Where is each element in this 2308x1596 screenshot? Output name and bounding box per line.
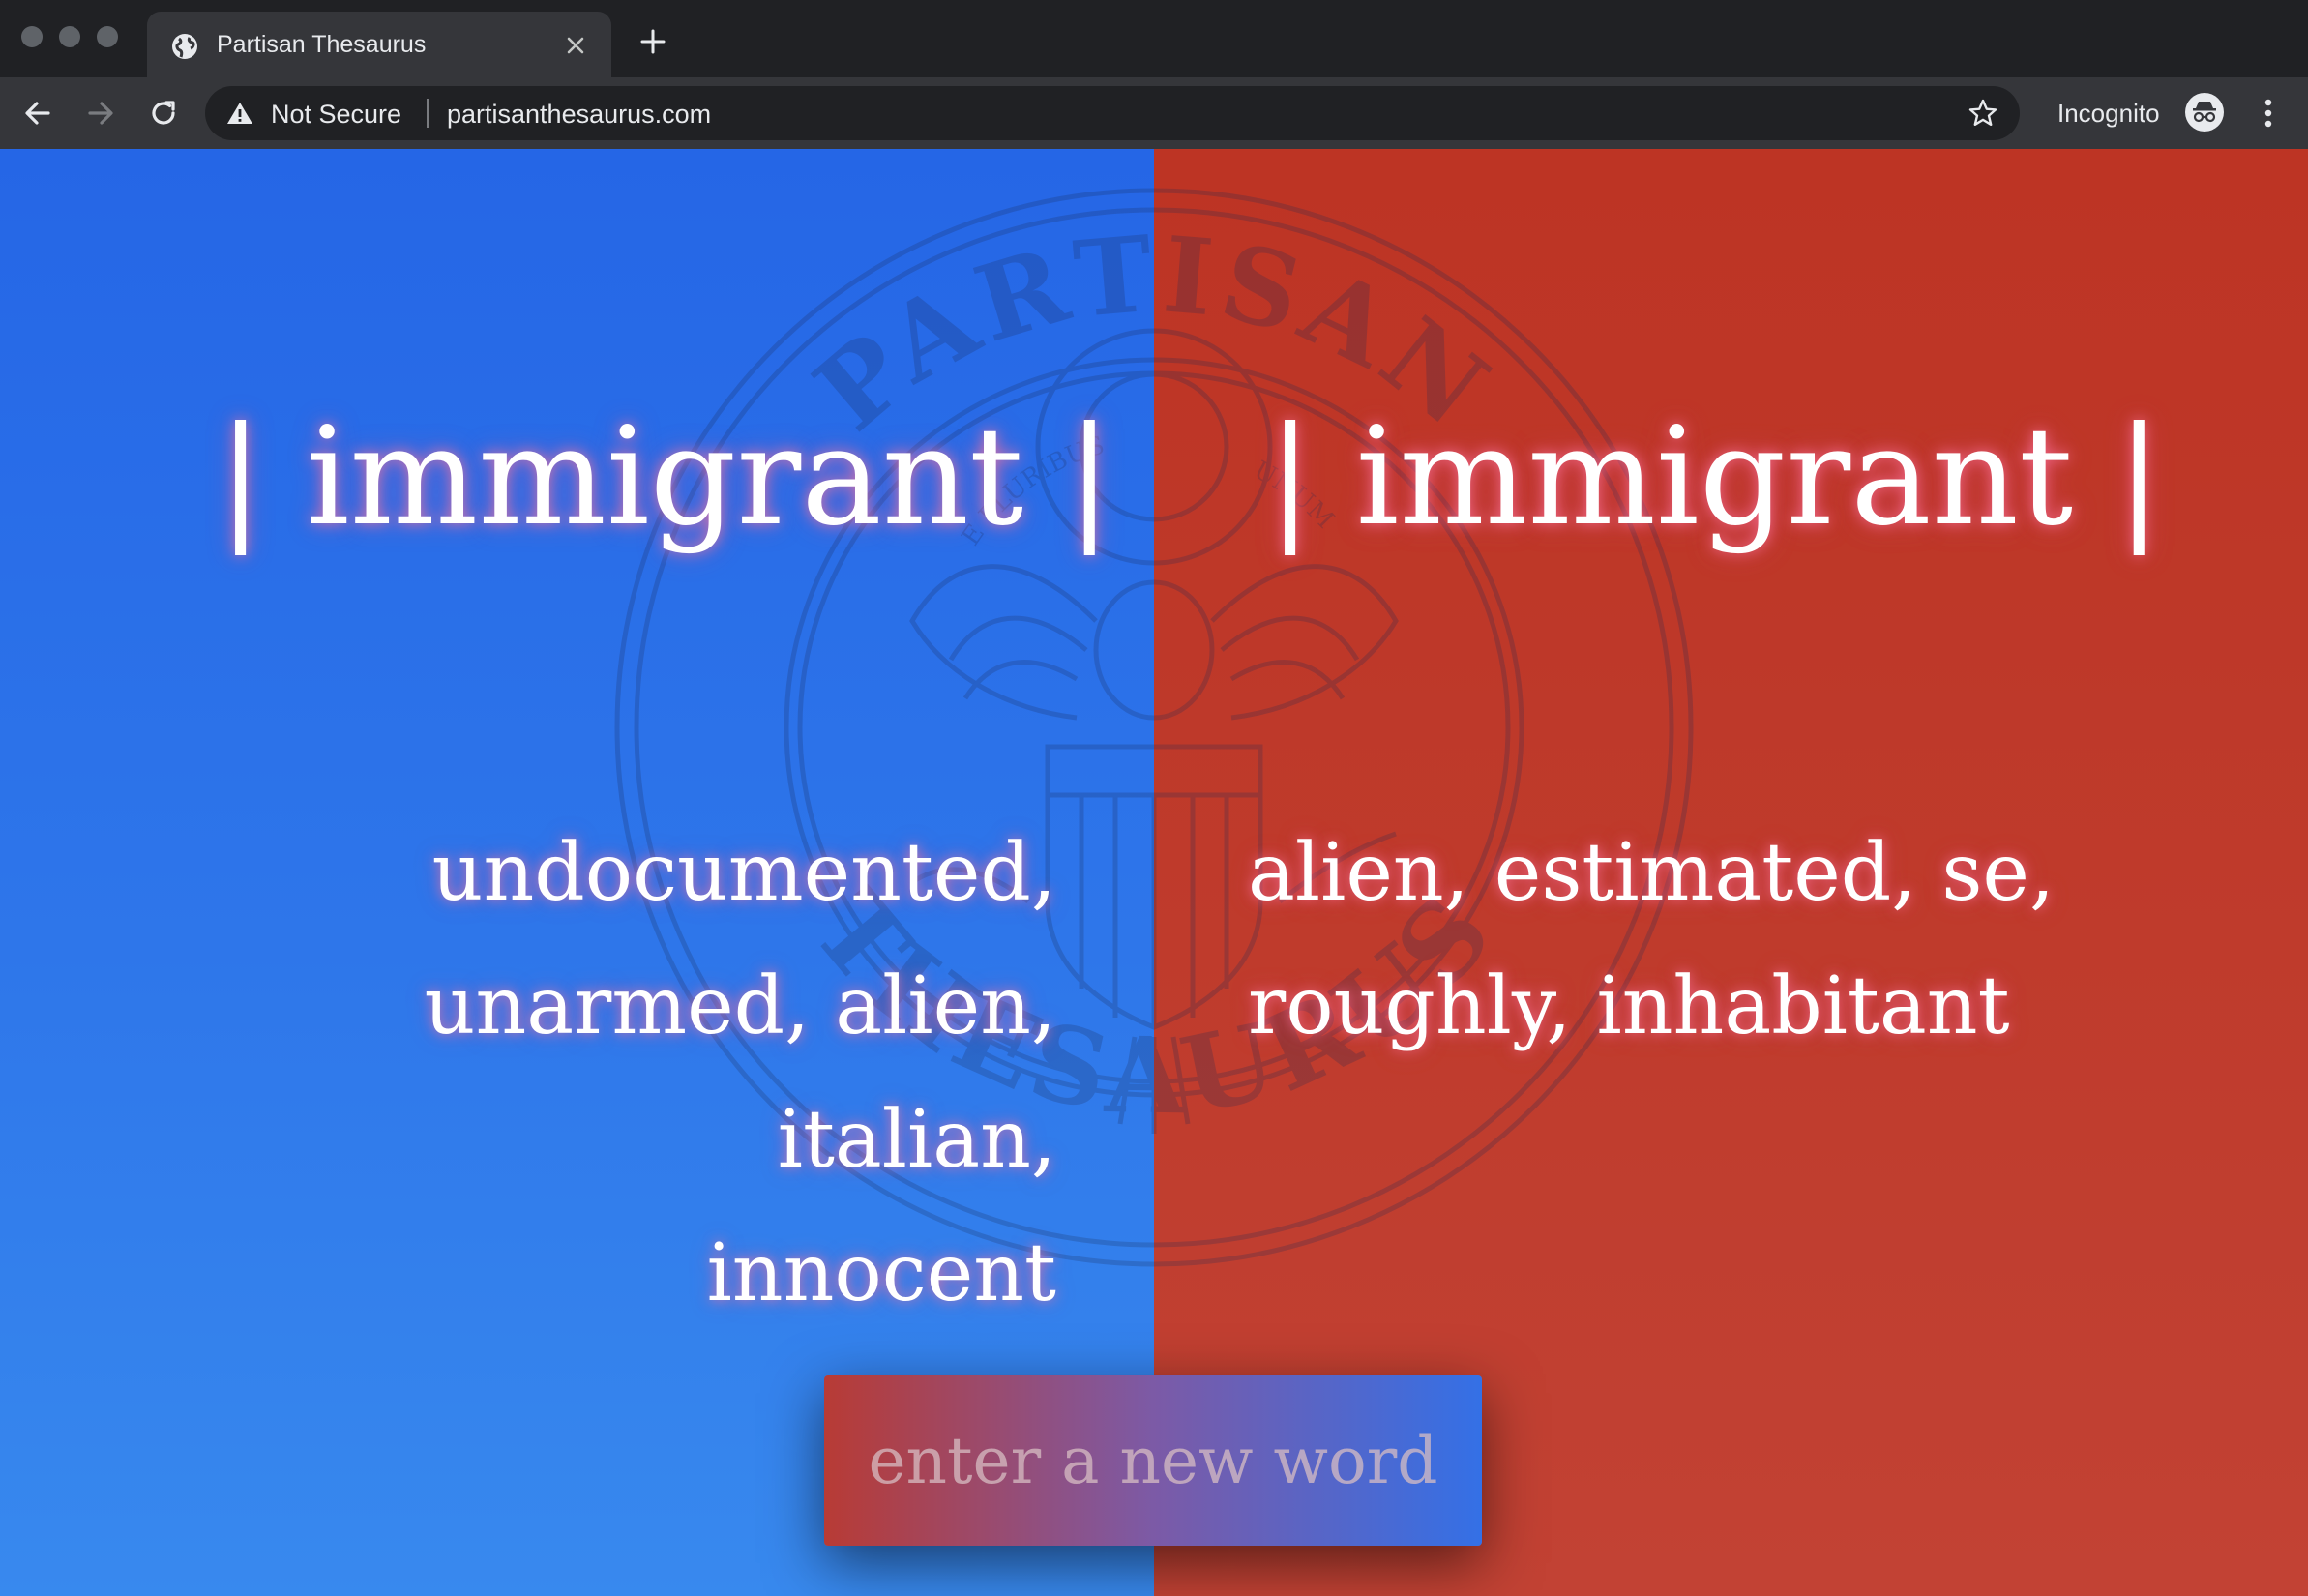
close-icon[interactable]	[563, 33, 588, 58]
window-close-button[interactable]	[21, 26, 43, 47]
left-synonym-list: undocumented, unarmed, alien, italian, i…	[145, 807, 1056, 1341]
browser-toolbar: Not Secure partisanthesaurus.com Incogni…	[0, 77, 2308, 149]
globe-icon	[172, 34, 197, 59]
word-entry-input[interactable]	[824, 1375, 1482, 1546]
left-synonym-line: undocumented,	[431, 827, 1056, 919]
right-headword: | immigrant |	[1267, 399, 2162, 556]
more-menu-icon[interactable]	[2254, 95, 2283, 132]
right-synonym-line: roughly, inhabitant	[1248, 961, 2010, 1052]
back-arrow-icon[interactable]	[19, 95, 56, 132]
reload-icon[interactable]	[145, 95, 182, 132]
forward-arrow-icon[interactable]	[82, 95, 119, 132]
browser-tab-bar: Partisan Thesaurus	[0, 0, 2308, 77]
incognito-label[interactable]: Incognito	[2057, 99, 2160, 129]
word-entry-box[interactable]	[824, 1375, 1482, 1546]
address-bar[interactable]: Not Secure partisanthesaurus.com	[205, 86, 2020, 140]
window-zoom-button[interactable]	[97, 26, 118, 47]
security-status-label[interactable]: Not Secure	[271, 100, 401, 130]
warning-icon[interactable]	[226, 101, 253, 126]
right-synonym-list: alien, estimated, se, roughly, inhabitan…	[1248, 807, 2118, 1074]
page-viewport: PARTISAN THESAURUS E PLURIBUS UNUM | imm…	[0, 149, 2308, 1596]
browser-tab[interactable]: Partisan Thesaurus	[147, 12, 611, 77]
right-synonym-line: alien, estimated, se,	[1248, 827, 2056, 919]
window-minimize-button[interactable]	[59, 26, 80, 47]
tab-title: Partisan Thesaurus	[217, 31, 427, 58]
left-synonym-line: unarmed, alien, italian,	[424, 961, 1056, 1186]
left-synonym-line: innocent	[706, 1227, 1056, 1319]
address-divider	[427, 99, 429, 128]
incognito-icon[interactable]	[2184, 92, 2225, 133]
bookmark-star-icon[interactable]	[1968, 98, 1998, 129]
url-text[interactable]: partisanthesaurus.com	[447, 100, 711, 130]
left-headword: | immigrant |	[218, 399, 1112, 556]
plus-icon[interactable]	[638, 27, 667, 56]
